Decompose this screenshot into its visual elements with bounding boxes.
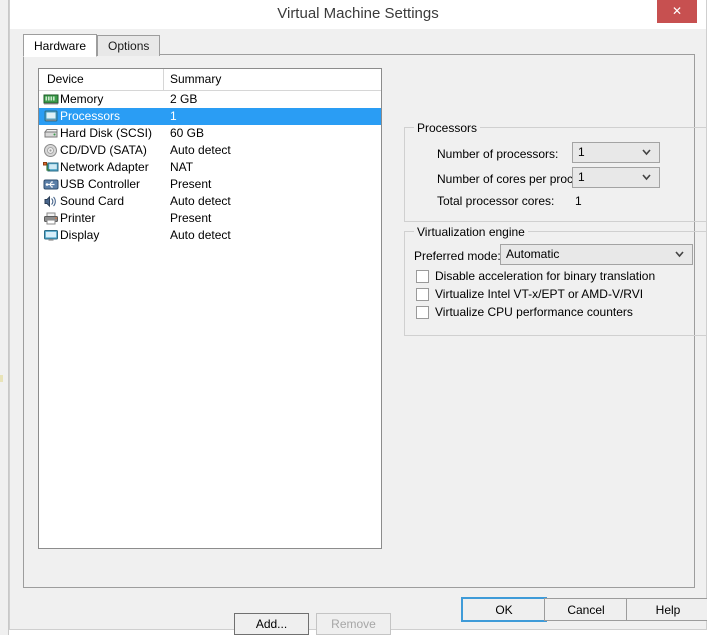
column-divider xyxy=(163,69,164,90)
device-row-processors[interactable]: Processors 1 xyxy=(39,108,381,125)
cores-per-processor-select[interactable]: 1 xyxy=(572,167,660,188)
tab-options[interactable]: Options xyxy=(97,35,161,56)
device-name: Memory xyxy=(60,92,104,106)
preferred-mode-label: Preferred mode: xyxy=(414,249,501,263)
device-summary: 1 xyxy=(170,109,177,123)
disable-acceleration-checkbox[interactable] xyxy=(416,270,429,283)
virtualization-engine-group-label: Virtualization engine xyxy=(414,225,528,239)
close-icon: ✕ xyxy=(671,4,683,18)
device-list[interactable]: Device Summary Memory 2 GB Processors 1 xyxy=(38,68,382,549)
device-name: USB Controller xyxy=(60,177,141,191)
device-row-usb-controller[interactable]: USB Controller Present xyxy=(39,176,381,193)
device-row-sound-card[interactable]: Sound Card Auto detect xyxy=(39,193,381,210)
device-summary: Auto detect xyxy=(170,194,231,208)
device-row-memory[interactable]: Memory 2 GB xyxy=(39,91,381,108)
device-summary: 2 GB xyxy=(170,92,198,106)
virtual-machine-settings-dialog: Virtual Machine Settings ✕ Hardware Optio… xyxy=(9,0,709,635)
title-bar: Virtual Machine Settings ✕ xyxy=(10,0,706,29)
help-button[interactable]: Help xyxy=(626,598,709,621)
cores-per-processor-value: 1 xyxy=(578,170,585,184)
virtualize-vtx-label: Virtualize Intel VT-x/EPT or AMD-V/RVI xyxy=(435,287,644,301)
device-list-header: Device Summary xyxy=(39,69,381,91)
total-processor-cores-label: Total processor cores: xyxy=(437,194,555,208)
device-name: Processors xyxy=(60,109,121,123)
printer-icon xyxy=(43,211,59,226)
chevron-down-icon xyxy=(641,146,652,157)
close-button[interactable]: ✕ xyxy=(657,0,697,23)
device-row-display[interactable]: Display Auto detect xyxy=(39,227,381,244)
device-summary: Auto detect xyxy=(170,143,231,157)
network-adapter-icon xyxy=(43,160,59,175)
hardware-tab-page: Device Summary Memory 2 GB Processors 1 xyxy=(23,54,707,635)
add-device-button[interactable]: Add... xyxy=(234,613,309,635)
processor-icon xyxy=(43,109,59,124)
number-of-processors-select[interactable]: 1 xyxy=(572,142,660,163)
number-of-processors-value: 1 xyxy=(578,145,585,159)
device-name: Sound Card xyxy=(60,194,125,208)
device-summary: NAT xyxy=(170,160,194,174)
remove-device-button: Remove xyxy=(316,613,391,635)
device-name: Display xyxy=(60,228,100,242)
device-row-network-adapter[interactable]: Network Adapter NAT xyxy=(39,159,381,176)
total-processor-cores-value: 1 xyxy=(575,194,582,208)
preferred-mode-value: Automatic xyxy=(506,247,560,261)
device-row-printer[interactable]: Printer Present xyxy=(39,210,381,227)
tab-hardware[interactable]: Hardware xyxy=(23,34,98,57)
column-header-device: Device xyxy=(47,72,84,86)
device-name: Network Adapter xyxy=(60,160,149,174)
hard-disk-icon xyxy=(43,126,59,141)
device-summary: Auto detect xyxy=(170,228,231,242)
ok-button[interactable]: OK xyxy=(461,597,547,622)
device-row-hard-disk[interactable]: Hard Disk (SCSI) 60 GB xyxy=(39,125,381,142)
device-name: Hard Disk (SCSI) xyxy=(60,126,153,140)
processors-group-label: Processors xyxy=(414,121,481,135)
device-summary: Present xyxy=(170,211,212,225)
display-icon xyxy=(43,228,59,243)
desktop-marker xyxy=(0,375,3,382)
virtualize-cpu-counters-label: Virtualize CPU performance counters xyxy=(435,305,633,319)
device-row-cd-dvd[interactable]: CD/DVD (SATA) Auto detect xyxy=(39,142,381,159)
device-summary: 60 GB xyxy=(170,126,205,140)
virtualize-vtx-checkbox[interactable] xyxy=(416,288,429,301)
device-name: CD/DVD (SATA) xyxy=(60,143,147,157)
usb-controller-icon xyxy=(43,177,59,192)
device-name: Printer xyxy=(60,211,96,225)
chevron-down-icon xyxy=(641,171,652,182)
device-summary: Present xyxy=(170,177,212,191)
number-of-processors-label: Number of processors: xyxy=(437,147,559,161)
cd-dvd-icon xyxy=(43,143,59,158)
cancel-button[interactable]: Cancel xyxy=(544,598,628,621)
sound-card-icon xyxy=(43,194,59,209)
memory-icon xyxy=(43,92,59,107)
disable-acceleration-label: Disable acceleration for binary translat… xyxy=(435,269,656,283)
column-header-summary: Summary xyxy=(170,72,222,86)
window-title: Virtual Machine Settings xyxy=(277,5,439,22)
virtualize-cpu-counters-checkbox[interactable] xyxy=(416,306,429,319)
preferred-mode-select[interactable]: Automatic xyxy=(500,244,693,265)
tab-strip: Hardware Options xyxy=(23,33,161,57)
chevron-down-icon xyxy=(674,248,685,259)
desktop-background-sliver xyxy=(0,0,9,635)
